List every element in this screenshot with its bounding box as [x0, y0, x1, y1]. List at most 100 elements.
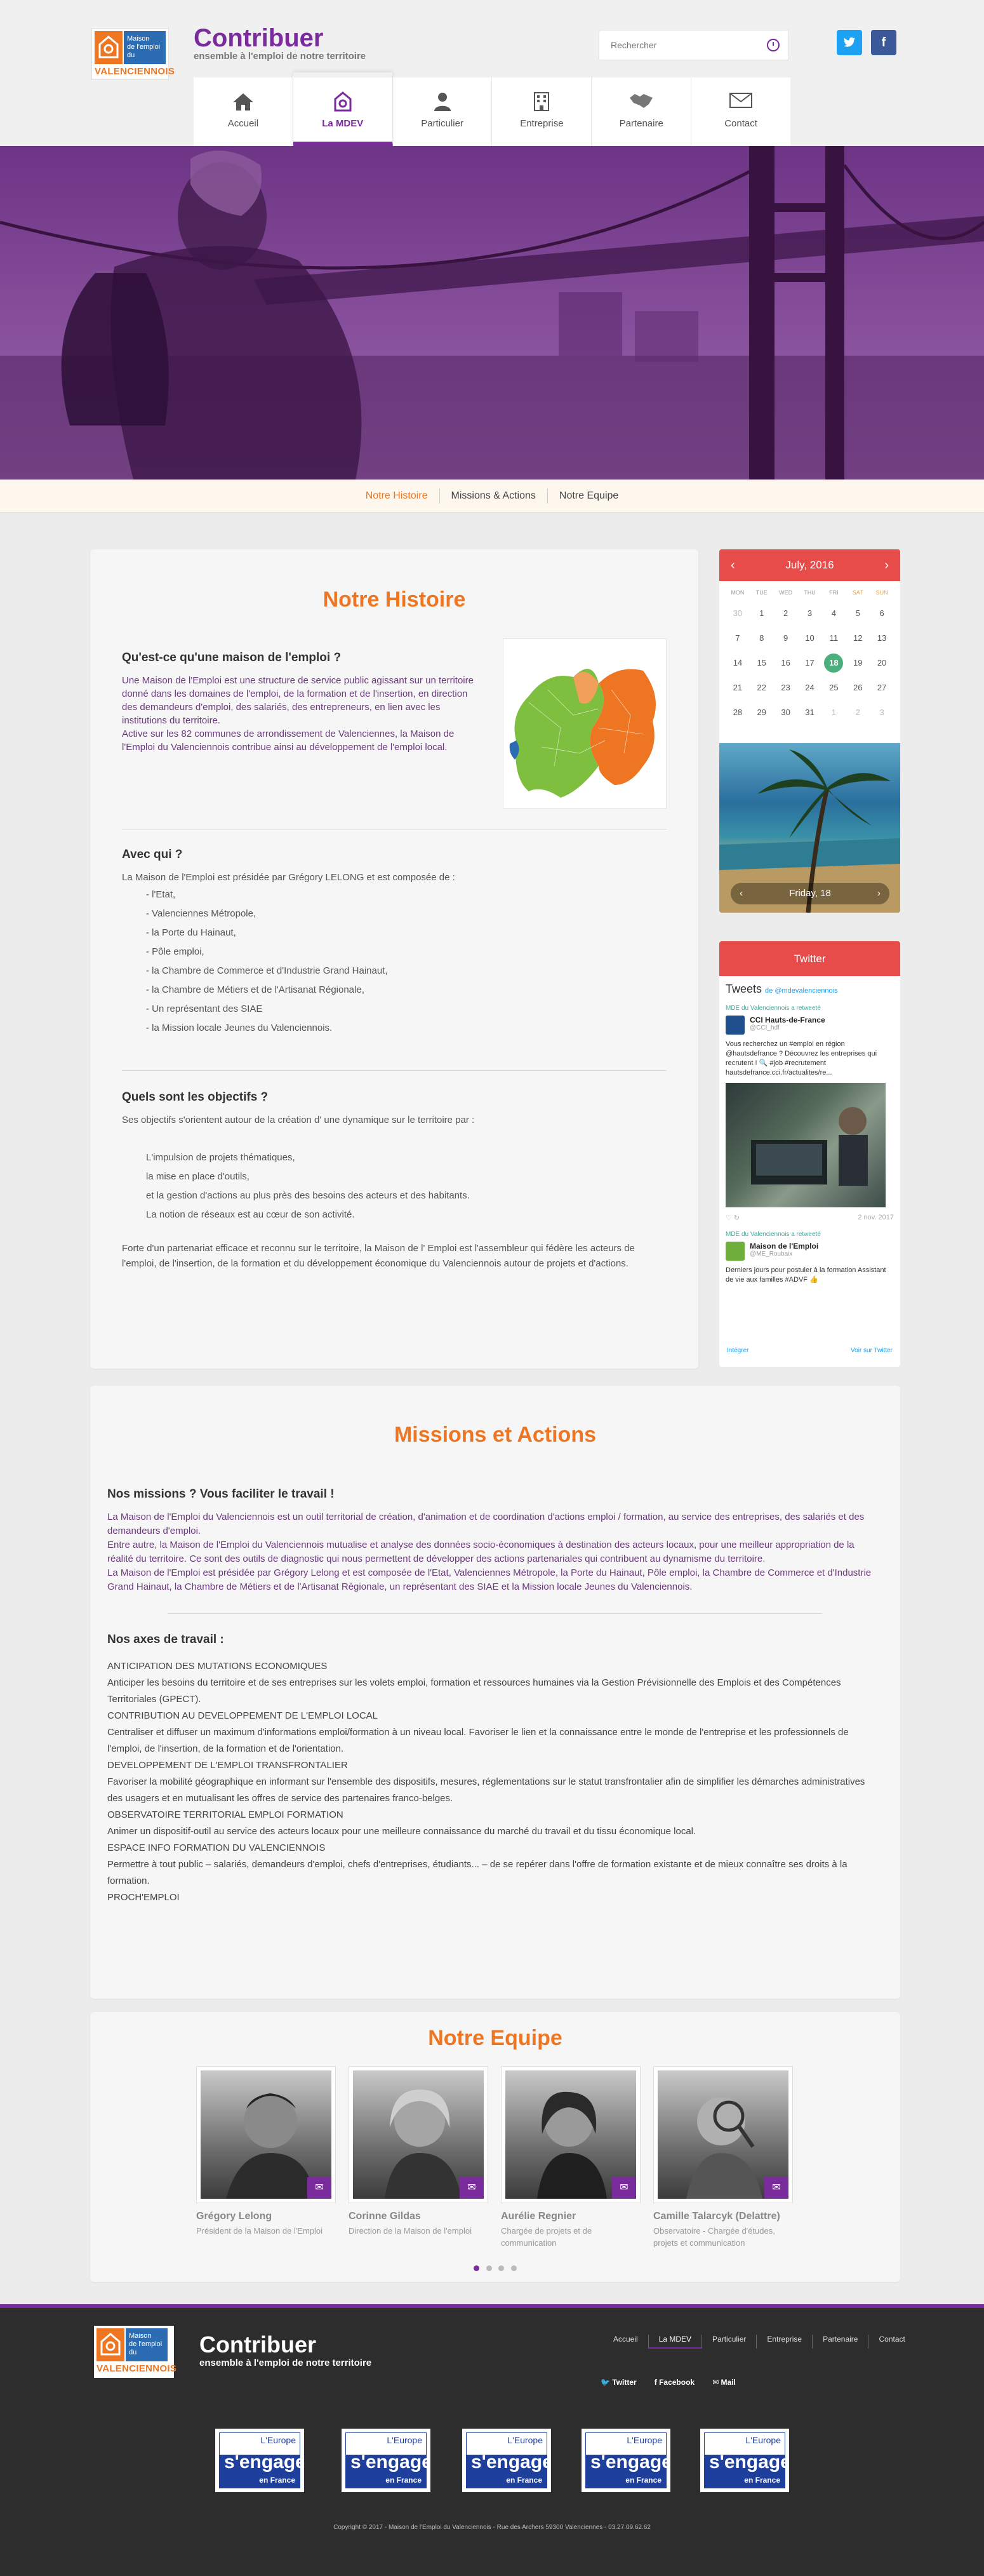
footer-nav-contact[interactable]: Contact [868, 2335, 915, 2349]
twitter-timeline[interactable]: Tweets de @mdevalenciennois MDE du Valen… [719, 976, 900, 1296]
calendar-day[interactable]: 22 [750, 677, 774, 698]
footer-nav-particulier[interactable]: Particulier [702, 2335, 757, 2349]
calendar-day[interactable]: 30 [726, 603, 750, 624]
calendar-day[interactable]: 1 [821, 702, 846, 723]
mdev-logo-icon [293, 91, 392, 113]
team-member[interactable]: ✉ Corinne Gildas Direction de la Maison … [349, 2066, 488, 2237]
mail-icon[interactable]: ✉ [764, 2177, 788, 2199]
footer-mail-link[interactable]: ✉ Mail [712, 2378, 736, 2387]
calendar-header: ‹ July, 2016 › [719, 549, 900, 581]
calendar-day[interactable]: 3 [798, 603, 822, 624]
site-logo[interactable]: Maison de l'emploi du VALENCIENNOIS [91, 28, 175, 80]
chevron-right-icon[interactable]: › [877, 883, 881, 904]
nav-partenaire[interactable]: Partenaire [592, 77, 692, 147]
calendar-day[interactable]: 28 [726, 702, 750, 723]
calendar-day[interactable]: 3 [870, 702, 894, 723]
axis-title: ANTICIPATION DES MUTATIONS ECONOMIQUES [107, 1661, 328, 1672]
carousel-dot[interactable] [486, 2265, 492, 2271]
calendar-day[interactable]: 6 [870, 603, 894, 624]
calendar-day[interactable]: 1 [750, 603, 774, 624]
tweets-title: Tweets de @mdevalenciennois [726, 983, 894, 996]
calendar-day[interactable]: 24 [798, 677, 822, 698]
facebook-icon[interactable]: f [871, 30, 896, 55]
histoire-q1: Qu'est-ce qu'une maison de l'emploi ? Un… [122, 651, 477, 754]
footer-nav-la-mdev[interactable]: La MDEV [648, 2335, 703, 2349]
calendar-day[interactable]: 2 [774, 603, 798, 624]
calendar-day[interactable]: 2 [846, 702, 870, 723]
calendar-day[interactable]: 17 [798, 652, 822, 673]
search-icon[interactable] [767, 39, 780, 51]
footer-nav-accueil[interactable]: Accueil [603, 2335, 649, 2349]
tweet-name[interactable]: Maison de l'Emploi [750, 1242, 818, 1251]
calendar-day[interactable]: 9 [774, 627, 798, 648]
footer-nav-partenaire[interactable]: Partenaire [813, 2335, 869, 2349]
calendar-day[interactable]: 4 [821, 603, 846, 624]
footer-nav-entreprise[interactable]: Entreprise [757, 2335, 813, 2349]
search-input[interactable] [599, 30, 752, 60]
calendar-day-today[interactable]: 18 [821, 652, 846, 673]
mail-icon[interactable]: ✉ [307, 2177, 331, 2199]
tweet-author: Maison de l'Emploi @ME_Roubaix [726, 1242, 894, 1261]
footer-twitter-label: Twitter [612, 2378, 637, 2387]
calendar-month: July, 2016 [785, 559, 834, 571]
subnav-notre-histoire[interactable]: Notre Histoire [354, 488, 440, 504]
chevron-left-icon[interactable]: ‹ [731, 549, 735, 581]
calendar-day[interactable]: 20 [870, 652, 894, 673]
mail-icon[interactable]: ✉ [612, 2177, 636, 2199]
nav-particulier[interactable]: Particulier [393, 77, 493, 147]
view-on-twitter-link[interactable]: Voir sur Twitter [851, 1347, 893, 1354]
missions-heading: Nos missions ? Vous faciliter le travail… [107, 1487, 335, 1501]
footer-twitter-link[interactable]: 🐦 Twitter [601, 2378, 637, 2387]
team-member[interactable]: ✉ Camille Talarcyk (Delattre) Observatoi… [653, 2066, 793, 2249]
list-item: - la Chambre de Commerce et d'Industrie … [146, 965, 388, 976]
histoire-q3: Quels sont les objectifs ? Ses objectifs… [122, 1090, 667, 1271]
calendar-day-bar: ‹ Friday, 18 › [731, 883, 889, 904]
chevron-right-icon[interactable]: › [884, 549, 889, 581]
tweet-photo[interactable] [726, 1083, 886, 1207]
carousel-dot[interactable] [474, 2265, 480, 2271]
calendar-day[interactable]: 26 [846, 677, 870, 698]
calendar-day[interactable]: 16 [774, 652, 798, 673]
subnav-missions-actions[interactable]: Missions & Actions [440, 488, 548, 504]
calendar-day[interactable]: 27 [870, 677, 894, 698]
heart-icon[interactable]: ♡ ↻ [726, 1214, 740, 1222]
eu-mid: s'engage [471, 2452, 547, 2472]
team-member[interactable]: ✉ Grégory Lelong Président de la Maison … [196, 2066, 336, 2237]
calendar-day[interactable]: 29 [750, 702, 774, 723]
nav-accueil[interactable]: Accueil [194, 77, 293, 147]
nav-entreprise[interactable]: Entreprise [492, 77, 592, 147]
calendar-day[interactable]: 8 [750, 627, 774, 648]
calendar-day[interactable]: 11 [821, 627, 846, 648]
tweet-text: Vous recherchez un #emploi en région @ha… [726, 1040, 877, 1077]
nav-la-mdev[interactable]: La MDEV [293, 72, 393, 147]
chevron-left-icon[interactable]: ‹ [740, 883, 743, 904]
footer-facebook-link[interactable]: f Facebook [655, 2378, 695, 2387]
carousel-dot[interactable] [498, 2265, 505, 2271]
calendar-day[interactable]: 7 [726, 627, 750, 648]
calendar-day[interactable]: 5 [846, 603, 870, 624]
carousel-dot[interactable] [510, 2265, 517, 2271]
tweet-name[interactable]: CCI Hauts-de-France [750, 1016, 825, 1024]
nav-label: Particulier [421, 118, 463, 129]
calendar-day[interactable]: 31 [798, 702, 822, 723]
calendar-day[interactable]: 23 [774, 677, 798, 698]
calendar-day[interactable]: 12 [846, 627, 870, 648]
calendar-day[interactable]: 25 [821, 677, 846, 698]
calendar-day[interactable]: 13 [870, 627, 894, 648]
nav-contact[interactable]: Contact [691, 77, 790, 147]
team-photo: ✉ [501, 2066, 641, 2203]
calendar-day[interactable]: 15 [750, 652, 774, 673]
footer-logo[interactable]: Maison de l'emploi du VALENCIENNOIS [94, 2326, 176, 2378]
team-member[interactable]: ✉ Aurélie Regnier Chargée de projets et … [501, 2066, 641, 2249]
calendar-day[interactable]: 21 [726, 677, 750, 698]
mail-icon[interactable]: ✉ [460, 2177, 484, 2199]
calendar-day[interactable]: 14 [726, 652, 750, 673]
axis-text: Permettre à tout public – salariés, dema… [107, 1859, 848, 1886]
twitter-widget: Twitter Tweets de @mdevalenciennois MDE … [719, 941, 900, 1367]
calendar-day[interactable]: 10 [798, 627, 822, 648]
subnav-notre-equipe[interactable]: Notre Equipe [548, 488, 630, 504]
twitter-icon[interactable] [837, 30, 862, 55]
embed-link[interactable]: Intégrer [727, 1347, 748, 1354]
calendar-day[interactable]: 19 [846, 652, 870, 673]
calendar-day[interactable]: 30 [774, 702, 798, 723]
